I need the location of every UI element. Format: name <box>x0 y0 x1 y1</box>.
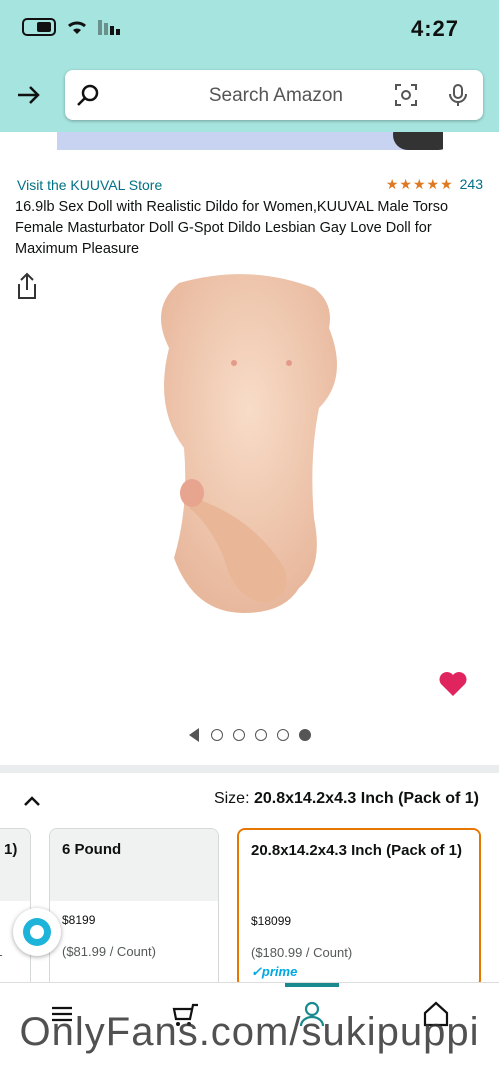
option-unit-price: ($180.99 / Count) <box>251 945 353 960</box>
product-title: 16.9lb Sex Doll with Realistic Dildo for… <box>15 199 449 257</box>
microphone-icon[interactable] <box>445 82 471 108</box>
prime-badge: ✓prime <box>251 964 298 979</box>
search-header: Search Amazon <box>0 60 499 132</box>
rating-count: 243 <box>459 176 483 192</box>
wifi-icon <box>68 21 86 34</box>
chevron-up-icon[interactable] <box>21 790 43 812</box>
status-time: 4:27 <box>410 16 459 41</box>
carousel-dot[interactable] <box>233 729 245 741</box>
screen: 4:27 Search Amazon Visit the KUUVAL Stor… <box>0 0 499 1079</box>
option-title: 6 Pound <box>50 829 218 901</box>
option-price: $18099 <box>251 914 292 928</box>
active-tab-indicator <box>285 983 339 987</box>
watermark-text: OnlyFans.com/sukipuppi <box>19 1010 480 1054</box>
store-link[interactable]: Visit the KUUVAL Store <box>17 177 162 193</box>
share-icon[interactable] <box>15 272 39 300</box>
size-option-card[interactable]: 20.8x14.2x4.3 Inch (Pack of 1) $18099 ($… <box>237 828 481 988</box>
size-label: Size: <box>213 790 250 807</box>
video-play-icon[interactable] <box>189 728 199 742</box>
search-placeholder: Search Amazon <box>208 85 343 106</box>
status-icons <box>22 18 120 36</box>
section-divider <box>0 765 499 773</box>
size-option-card[interactable]: 11 1) $1 ($1 <box>0 828 31 988</box>
banner-ad[interactable] <box>57 132 443 150</box>
size-option-card[interactable]: 6 Pound $8199 ($81.99 / Count) <box>49 828 219 988</box>
option-title: 20.8x14.2x4.3 Inch (Pack of 1) <box>239 830 479 902</box>
image-carousel-indicator <box>189 728 311 742</box>
option-unit-price: ($81.99 / Count) <box>62 944 156 959</box>
banner-image <box>393 132 443 150</box>
size-text: Size: 20.8x14.2x4.3 Inch (Pack of 1) <box>179 790 479 808</box>
search-icon[interactable] <box>75 82 101 108</box>
size-selector-header[interactable]: Size: 20.8x14.2x4.3 Inch (Pack of 1) <box>0 788 499 814</box>
carousel-dot[interactable] <box>277 729 289 741</box>
alexa-button[interactable] <box>13 908 61 956</box>
option-price: $8199 <box>62 913 96 927</box>
size-value: 20.8x14.2x4.3 Inch (Pack of 1) <box>253 790 479 807</box>
camera-scan-icon[interactable] <box>393 82 419 108</box>
option-title: 11 1) <box>0 829 30 901</box>
carousel-dot[interactable] <box>299 729 311 741</box>
product-image[interactable] <box>134 268 364 618</box>
wishlist-heart-icon[interactable] <box>437 668 469 700</box>
status-bar: 4:27 <box>0 0 499 60</box>
store-row: Visit the KUUVAL Store ★★★★★ 243 <box>17 174 483 196</box>
rating-stars: ★★★★★ <box>385 176 454 192</box>
search-input[interactable]: Search Amazon <box>65 70 483 120</box>
rating[interactable]: ★★★★★ 243 <box>386 176 483 194</box>
signal-icon <box>98 19 120 35</box>
back-arrow-icon[interactable] <box>14 80 44 110</box>
carousel-dot[interactable] <box>255 729 267 741</box>
battery-icon <box>22 18 56 36</box>
carousel-dot[interactable] <box>211 729 223 741</box>
